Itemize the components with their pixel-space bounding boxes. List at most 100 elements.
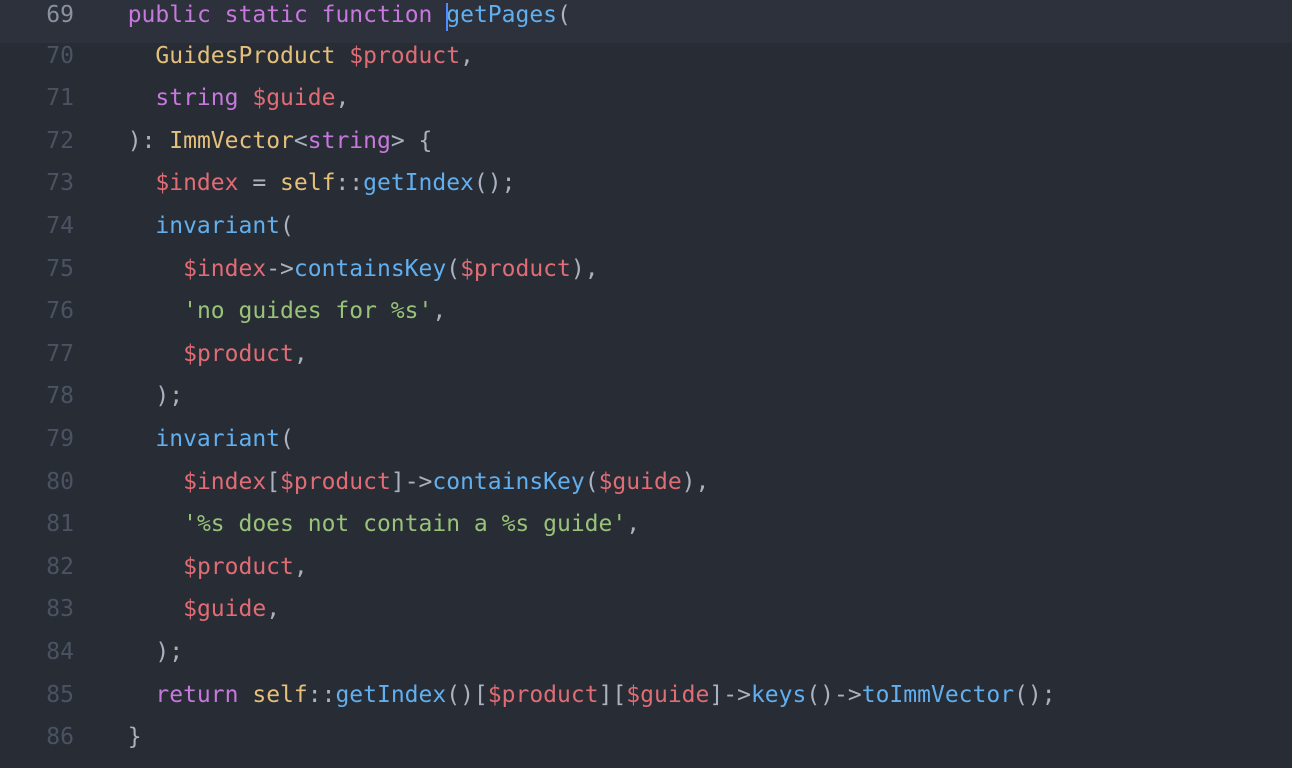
method-name: keys xyxy=(751,682,806,708)
arrow-op: -> xyxy=(266,256,294,282)
code-line-70[interactable]: 70 GuidesProduct $product, xyxy=(0,43,1292,86)
code-content[interactable]: $product, xyxy=(100,554,1292,580)
code-line-69[interactable]: 69 public static function getPages( xyxy=(0,0,1292,43)
brace-close: } xyxy=(128,724,142,750)
code-line-80[interactable]: 80 $index[$product]->containsKey($guide)… xyxy=(0,469,1292,512)
bracket-open: [ xyxy=(612,682,626,708)
keyword-function: function xyxy=(322,2,433,28)
method-name: toImmVector xyxy=(862,682,1014,708)
paren-close-semi: ); xyxy=(155,639,183,665)
string-literal: '%s does not contain a %s guide' xyxy=(183,511,626,537)
code-line-81[interactable]: 81 '%s does not contain a %s guide', xyxy=(0,511,1292,554)
code-line-76[interactable]: 76 'no guides for %s', xyxy=(0,298,1292,341)
variable: $guide xyxy=(252,85,335,111)
brace-open: { xyxy=(405,128,433,154)
paren-open: ( xyxy=(585,469,599,495)
code-line-71[interactable]: 71 string $guide, xyxy=(0,85,1292,128)
line-number: 78 xyxy=(0,383,100,409)
type-name: string xyxy=(308,128,391,154)
line-number: 82 xyxy=(0,554,100,580)
line-number: 80 xyxy=(0,469,100,495)
code-line-72[interactable]: 72 ): ImmVector<string> { xyxy=(0,128,1292,171)
bracket-close: ] xyxy=(391,469,405,495)
code-line-78[interactable]: 78 ); xyxy=(0,383,1292,426)
line-number: 77 xyxy=(0,341,100,367)
code-content[interactable]: $guide, xyxy=(100,596,1292,622)
variable: $product xyxy=(349,43,460,69)
comma: , xyxy=(432,298,446,324)
paren-open: ( xyxy=(557,2,571,28)
paren-close: ) xyxy=(571,256,585,282)
code-editor[interactable]: 69 public static function getPages( 70 G… xyxy=(0,0,1292,767)
code-line-86[interactable]: 86 } xyxy=(0,724,1292,767)
code-content[interactable]: $index->containsKey($product), xyxy=(100,256,1292,282)
call-parens: () xyxy=(446,682,474,708)
code-content[interactable]: '%s does not contain a %s guide', xyxy=(100,511,1292,537)
line-number: 71 xyxy=(0,85,100,111)
comma: , xyxy=(294,341,308,367)
code-content[interactable]: 'no guides for %s', xyxy=(100,298,1292,324)
variable: $product xyxy=(460,256,571,282)
comma: , xyxy=(585,256,599,282)
code-line-75[interactable]: 75 $index->containsKey($product), xyxy=(0,256,1292,299)
code-content[interactable]: } xyxy=(100,724,1292,750)
method-name: containsKey xyxy=(294,256,446,282)
comma: , xyxy=(626,511,640,537)
variable: $index xyxy=(155,170,238,196)
call-parens: (); xyxy=(1014,682,1056,708)
code-line-79[interactable]: 79 invariant( xyxy=(0,426,1292,469)
keyword-self: self xyxy=(280,170,335,196)
keyword-self: self xyxy=(252,682,307,708)
line-number: 72 xyxy=(0,128,100,154)
line-number: 84 xyxy=(0,639,100,665)
line-number: 75 xyxy=(0,256,100,282)
line-number: 83 xyxy=(0,596,100,622)
code-content[interactable]: $product, xyxy=(100,341,1292,367)
variable: $guide xyxy=(183,596,266,622)
code-content[interactable]: return self::getIndex()[$product][$guide… xyxy=(100,682,1292,708)
method-name: getIndex xyxy=(363,170,474,196)
paren-close-semi: ); xyxy=(155,383,183,409)
code-content[interactable]: public static function getPages( xyxy=(100,0,1292,28)
comma: , xyxy=(294,554,308,580)
code-content[interactable]: invariant( xyxy=(100,426,1292,452)
type-name: string xyxy=(155,85,238,111)
call-parens: (); xyxy=(474,170,516,196)
line-number: 85 xyxy=(0,682,100,708)
arrow-op: -> xyxy=(405,469,433,495)
code-content[interactable]: ); xyxy=(100,383,1292,409)
line-number: 74 xyxy=(0,213,100,239)
code-content[interactable]: ): ImmVector<string> { xyxy=(100,128,1292,154)
paren-open: ( xyxy=(280,426,294,452)
line-number: 73 xyxy=(0,170,100,196)
code-content[interactable]: GuidesProduct $product, xyxy=(100,43,1292,69)
variable: $product xyxy=(183,341,294,367)
code-content[interactable]: ); xyxy=(100,639,1292,665)
code-line-77[interactable]: 77 $product, xyxy=(0,341,1292,384)
code-line-82[interactable]: 82 $product, xyxy=(0,554,1292,597)
code-line-74[interactable]: 74 invariant( xyxy=(0,213,1292,256)
line-number: 81 xyxy=(0,511,100,537)
equals: = xyxy=(238,170,280,196)
method-name: containsKey xyxy=(432,469,584,495)
code-content[interactable]: $index = self::getIndex(); xyxy=(100,170,1292,196)
code-content[interactable]: invariant( xyxy=(100,213,1292,239)
paren-close: ) xyxy=(128,128,142,154)
code-content[interactable]: string $guide, xyxy=(100,85,1292,111)
code-content[interactable]: $index[$product]->containsKey($guide), xyxy=(100,469,1292,495)
keyword-return: return xyxy=(155,682,238,708)
code-line-73[interactable]: 73 $index = self::getIndex(); xyxy=(0,170,1292,213)
line-number: 86 xyxy=(0,724,100,750)
code-line-85[interactable]: 85 return self::getIndex()[$product][$gu… xyxy=(0,682,1292,725)
line-number: 69 xyxy=(0,2,100,28)
colon: : xyxy=(142,128,170,154)
keyword-static: static xyxy=(225,2,308,28)
function-call: invariant xyxy=(155,426,280,452)
line-number: 70 xyxy=(0,43,100,69)
comma: , xyxy=(696,469,710,495)
paren-open: ( xyxy=(446,256,460,282)
bracket-close: ] xyxy=(599,682,613,708)
variable: $index xyxy=(183,469,266,495)
code-line-83[interactable]: 83 $guide, xyxy=(0,596,1292,639)
code-line-84[interactable]: 84 ); xyxy=(0,639,1292,682)
